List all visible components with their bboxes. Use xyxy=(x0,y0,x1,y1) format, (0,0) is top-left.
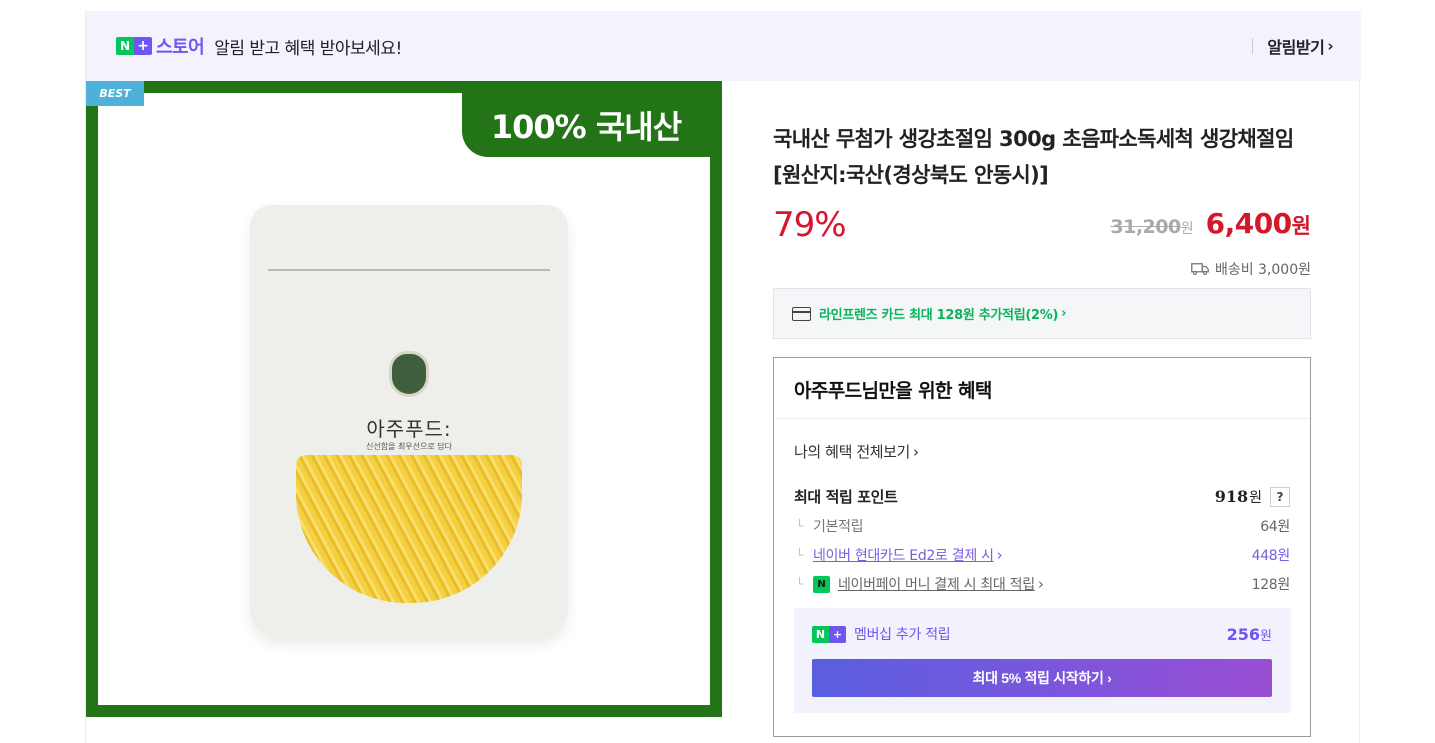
sale-price-unit: 원 xyxy=(1291,214,1311,238)
help-icon[interactable]: ? xyxy=(1270,486,1290,507)
points-item-value: 64원 xyxy=(1260,519,1290,535)
credit-card-icon xyxy=(792,306,811,321)
membership-label: 멤버십 추가 적립 xyxy=(854,627,951,643)
view-all-label: 나의 혜택 전체보기 xyxy=(794,443,910,461)
divider xyxy=(1252,38,1254,54)
chevron-right-icon: › xyxy=(1037,575,1044,593)
chevron-right-icon: › xyxy=(912,443,919,461)
branch-icon: └ xyxy=(796,519,803,533)
store-label: 스토어 xyxy=(156,37,205,58)
max-points-label: 최대 적립 포인트 xyxy=(794,488,898,506)
naver-pay-icon: N xyxy=(812,575,830,593)
max-points-row: 최대 적립 포인트 918 원 ? xyxy=(794,486,1290,507)
max-points-unit: 원 xyxy=(1249,489,1262,506)
product-pouch-image: 아주푸드: 신선함을 최우선으로 담다 xyxy=(250,205,568,639)
nplus-store-logo[interactable]: N + 스토어 xyxy=(116,33,205,59)
shipping-fee: 배송비 3,000원 xyxy=(1214,262,1311,278)
membership-row: N + 멤버십 추가 적립 256원 xyxy=(812,624,1272,644)
benefits-title: 아주푸드님만을 위한 혜택 xyxy=(794,380,992,402)
npay-money-link[interactable]: 네이버페이 머니 결제 시 최대 적립 xyxy=(838,574,1035,594)
membership-unit: 원 xyxy=(1260,628,1272,644)
points-item-value: 128원 xyxy=(1251,577,1291,593)
membership-panel: N + 멤버십 추가 적립 256원 최대 5% 적립 시작하기 › xyxy=(794,608,1291,713)
pouch-zipper xyxy=(268,269,550,271)
divider xyxy=(774,418,1310,419)
shipping-info: 배송비 3,000원 xyxy=(1191,259,1311,279)
sale-price: 6,400 xyxy=(1205,207,1293,240)
best-badge: BEST xyxy=(86,81,144,106)
truck-icon xyxy=(1191,263,1209,275)
product-title: 국내산 무첨가 생강초절임 300g 초음파소독세척 생강채절임 [원산지:국산… xyxy=(773,127,1294,187)
brand-seal-icon xyxy=(389,351,429,397)
nplus-icon: N + xyxy=(116,37,152,55)
points-item-left[interactable]: └ 네이버 현대카드 Ed2로 결제 시 › xyxy=(796,545,1003,565)
max-points-value: 918 xyxy=(1214,487,1249,506)
chevron-right-icon: › xyxy=(996,546,1003,564)
chevron-right-icon: › xyxy=(1327,37,1333,55)
chevron-right-icon: › xyxy=(1061,306,1067,321)
benefits-panel: 아주푸드님만을 위한 혜택 나의 혜택 전체보기 › 최대 적립 포인트 918 … xyxy=(773,357,1311,737)
membership-left: N + 멤버십 추가 적립 xyxy=(812,624,951,644)
original-price: 31,200 xyxy=(1110,216,1181,238)
max-points-value-group: 918 원 ? xyxy=(1214,486,1290,507)
product-image-inner: 100% 국내산 아주푸드: 신선함을 최우선으로 담다 xyxy=(98,93,710,705)
alarm-button[interactable]: 알림받기 › xyxy=(1252,11,1333,81)
points-item-hyundai-card: └ 네이버 현대카드 Ed2로 결제 시 › 448원 xyxy=(796,545,1290,565)
points-item-value: 448원 xyxy=(1251,548,1291,564)
view-all-benefits-link[interactable]: 나의 혜택 전체보기 › xyxy=(794,441,919,462)
hyundai-card-link[interactable]: 네이버 현대카드 Ed2로 결제 시 xyxy=(813,545,994,565)
domestic-tag: 100% 국내산 xyxy=(462,93,710,157)
points-item-basic: └ 기본적립 64원 xyxy=(796,516,1290,536)
product-page: N + 스토어 알림 받고 혜택 받아보세요! 알림받기 › BEST 100%… xyxy=(85,11,1361,743)
brand-name: 아주푸드: xyxy=(366,417,452,441)
points-item-left: └ 기본적립 xyxy=(796,516,864,536)
alarm-label: 알림받기 xyxy=(1267,38,1325,57)
branch-icon: └ xyxy=(796,548,803,562)
points-item-left[interactable]: └ N 네이버페이 머니 결제 시 최대 적립 › xyxy=(796,574,1044,594)
points-item-npay-money: └ N 네이버페이 머니 결제 시 최대 적립 › 128원 xyxy=(796,574,1290,594)
ginger-strips-image xyxy=(296,455,522,603)
points-item-label: 기본적립 xyxy=(812,519,864,535)
discount-rate: 79% xyxy=(773,205,847,245)
card-promo-text: 라인프렌즈 카드 최대 128원 추가적립(2%) xyxy=(819,308,1059,323)
start-membership-button[interactable]: 최대 5% 적립 시작하기 › xyxy=(812,659,1272,697)
brand-slogan: 신선함을 최우선으로 담다 xyxy=(365,442,453,451)
notification-banner: N + 스토어 알림 받고 혜택 받아보세요! 알림받기 › xyxy=(86,11,1361,81)
card-promo-banner[interactable]: 라인프렌즈 카드 최대 128원 추가적립(2%) › xyxy=(773,288,1311,339)
product-image[interactable]: 100% 국내산 아주푸드: 신선함을 최우선으로 담다 xyxy=(86,81,722,717)
banner-message: 알림 받고 혜택 받아보세요! xyxy=(214,38,402,59)
original-price-unit: 원 xyxy=(1180,221,1194,237)
price-row: 31,200 원 6,400 원 xyxy=(1110,207,1311,240)
membership-value: 256 xyxy=(1226,624,1261,644)
membership-value-group: 256원 xyxy=(1227,625,1272,644)
nplus-icon: N + xyxy=(812,625,846,643)
branch-icon: └ xyxy=(796,577,803,591)
